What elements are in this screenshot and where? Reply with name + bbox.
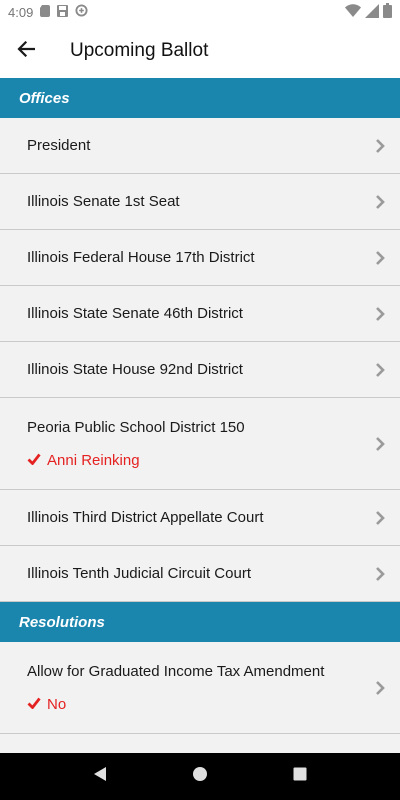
list-item[interactable]: Illinois Third District Appellate Court xyxy=(0,490,400,546)
list-item[interactable]: Illinois Senate 1st Seat xyxy=(0,174,400,230)
list-item-label: Illinois Third District Appellate Court xyxy=(27,509,264,526)
status-time: 4:09 xyxy=(8,4,34,20)
list-item-label: Illinois State House 92nd District xyxy=(27,361,243,378)
back-button[interactable] xyxy=(0,24,52,78)
chevron-right-icon xyxy=(372,137,388,155)
status-bar: 4:09 xyxy=(0,0,400,24)
check-icon xyxy=(27,452,41,469)
data-saver-icon xyxy=(75,4,88,20)
wifi-icon xyxy=(345,4,361,20)
ballot-list[interactable]: Offices President Illinois Senate 1st Se… xyxy=(0,78,400,753)
check-icon xyxy=(27,696,41,713)
system-nav-bar xyxy=(0,753,400,800)
signal-icon xyxy=(365,3,379,21)
nav-back-button[interactable] xyxy=(80,757,120,797)
app-bar: Upcoming Ballot xyxy=(0,24,400,78)
list-item[interactable]: Allow for Graduated Income Tax Amendment… xyxy=(0,642,400,734)
chevron-right-icon xyxy=(372,305,388,323)
chevron-right-icon xyxy=(372,679,388,697)
list-item-label: Illinois State Senate 46th District xyxy=(27,305,243,322)
section-header-offices: Offices xyxy=(0,78,400,118)
page-title: Upcoming Ballot xyxy=(70,40,209,61)
chevron-right-icon xyxy=(372,435,388,453)
circle-home-icon xyxy=(192,766,208,787)
selection-indicator: Anni Reinking xyxy=(27,452,372,469)
list-item-label: Illinois Federal House 17th District xyxy=(27,249,255,266)
section-header-resolutions: Resolutions xyxy=(0,602,400,642)
list-item-label: Peoria Public School District 150 xyxy=(27,418,245,436)
list-item[interactable]: Illinois State Senate 46th District xyxy=(0,286,400,342)
chevron-right-icon xyxy=(372,509,388,527)
nav-home-button[interactable] xyxy=(180,757,220,797)
square-recents-icon xyxy=(293,767,307,786)
triangle-back-icon xyxy=(93,766,107,787)
sd-card-icon xyxy=(40,4,51,20)
list-item[interactable]: Illinois Tenth Judicial Circuit Court xyxy=(0,546,400,602)
chevron-right-icon xyxy=(372,361,388,379)
selection-indicator: No xyxy=(27,696,372,713)
list-item-label: Illinois Tenth Judicial Circuit Court xyxy=(27,565,251,582)
list-item[interactable]: Peoria Public School District 150 Anni R… xyxy=(0,398,400,490)
chevron-right-icon xyxy=(372,249,388,267)
chevron-right-icon xyxy=(372,565,388,583)
chevron-right-icon xyxy=(372,193,388,211)
save-icon xyxy=(57,4,69,20)
nav-recents-button[interactable] xyxy=(280,757,320,797)
list-item[interactable]: Illinois State House 92nd District xyxy=(0,342,400,398)
selection-label: No xyxy=(47,695,67,713)
list-item[interactable]: Illinois Federal House 17th District xyxy=(0,230,400,286)
arrow-left-icon xyxy=(17,40,36,62)
list-item-label: President xyxy=(27,137,91,154)
battery-icon xyxy=(383,3,392,21)
selection-label: Anni Reinking xyxy=(47,451,140,469)
list-item-label: Illinois Senate 1st Seat xyxy=(27,193,180,210)
list-item[interactable] xyxy=(0,734,400,753)
list-item[interactable]: President xyxy=(0,118,400,174)
list-item-label: Allow for Graduated Income Tax Amendment xyxy=(27,662,325,680)
